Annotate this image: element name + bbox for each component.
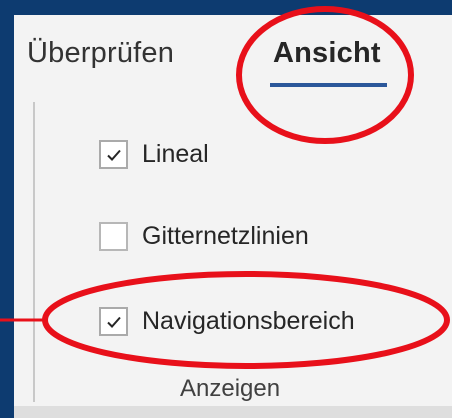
- checkbox-gridlines[interactable]: [99, 222, 128, 251]
- checkbox-ruler-option[interactable]: Lineal: [99, 140, 209, 169]
- checkbox-gridlines-option[interactable]: Gitternetzlinien: [99, 222, 309, 251]
- checkmark-icon: [106, 316, 121, 328]
- group-divider: [33, 102, 35, 402]
- tab-view[interactable]: Ansicht: [273, 37, 381, 70]
- checkbox-navigation-pane[interactable]: [99, 307, 128, 336]
- tab-review[interactable]: Überprüfen: [27, 37, 174, 70]
- checkbox-navigation-pane-label: Navigationsbereich: [142, 307, 355, 335]
- active-tab-indicator: [270, 83, 387, 87]
- checkbox-ruler-label: Lineal: [142, 140, 209, 168]
- checkbox-gridlines-label: Gitternetzlinien: [142, 222, 309, 250]
- ribbon-bottom-edge: [14, 406, 452, 418]
- ribbon-panel: Überprüfen Ansicht Lineal Gitternetzlini…: [14, 15, 452, 406]
- group-label-show: Anzeigen: [180, 375, 281, 402]
- checkmark-icon: [106, 149, 121, 161]
- checkbox-ruler[interactable]: [99, 140, 128, 169]
- checkbox-navigation-pane-option[interactable]: Navigationsbereich: [99, 307, 355, 336]
